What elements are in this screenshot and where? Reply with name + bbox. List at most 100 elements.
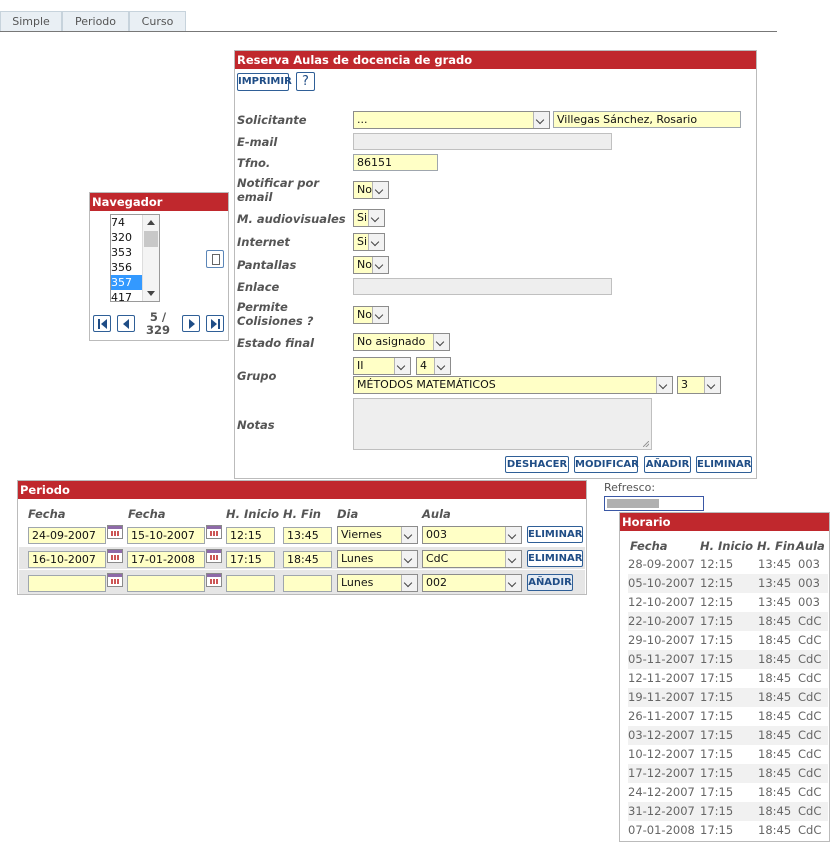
eliminar-periodo-button[interactable]: ELIMINAR — [527, 526, 583, 543]
email-field[interactable] — [353, 133, 612, 150]
horario-fin: 18:45 — [758, 785, 792, 799]
hora-fin-field[interactable] — [283, 575, 332, 592]
horario-col-inicio: H. Inicio — [700, 539, 754, 553]
hora-fin-field[interactable]: 13:45 — [283, 527, 332, 544]
refresco-progress — [604, 496, 704, 511]
horario-fecha: 05-11-2007 — [628, 652, 695, 666]
list-item[interactable]: 353 — [111, 245, 143, 260]
table-row: 31-12-2007 17:15 18:45 CdC — [628, 802, 828, 821]
next-record-button[interactable] — [182, 315, 200, 332]
horario-aula: CdC — [798, 690, 822, 704]
print-button[interactable]: IMPRIMIR — [237, 73, 292, 91]
table-row: 24-12-2007 17:15 18:45 CdC — [628, 783, 828, 802]
dia-select[interactable]: Lunes — [337, 574, 418, 592]
horario-inicio: 17:15 — [700, 671, 734, 685]
tab-curso[interactable]: Curso — [129, 11, 186, 32]
refresco-label: Refresco: — [604, 481, 656, 494]
notas-textarea[interactable] — [353, 398, 652, 450]
fecha-desde-field[interactable]: 16-10-2007 — [28, 551, 106, 568]
list-item-selected[interactable]: 357 — [111, 275, 143, 290]
dia-select[interactable]: Lunes — [337, 550, 418, 568]
deshacer-button[interactable]: DESHACER — [505, 456, 569, 473]
hora-inicio-field[interactable]: 17:15 — [226, 551, 275, 568]
fecha-desde-field[interactable]: 24-09-2007 — [28, 527, 106, 544]
list-scrollbar[interactable] — [142, 215, 159, 301]
horario-fin: 18:45 — [758, 652, 792, 666]
notificar-select[interactable]: No — [353, 181, 389, 199]
calendar-icon[interactable] — [206, 573, 222, 587]
resize-grip-icon[interactable] — [643, 441, 649, 447]
record-list[interactable]: 74 320 353 356 357 417 — [110, 214, 160, 302]
hora-inicio-field[interactable]: 12:15 — [226, 527, 275, 544]
notificar-label: Notificar por email — [237, 176, 320, 204]
scroll-thumb[interactable] — [144, 231, 158, 247]
scroll-up-icon[interactable] — [147, 220, 155, 225]
col-fecha-desde: Fecha — [28, 507, 66, 521]
hora-fin-field[interactable]: 18:45 — [283, 551, 332, 568]
fecha-hasta-field[interactable]: 17-01-2008 — [127, 551, 205, 568]
calendar-icon[interactable] — [107, 573, 123, 587]
horario-col-fin: H. Fin — [757, 539, 795, 553]
table-row: 28-09-2007 12:15 13:45 003 — [628, 555, 828, 574]
grupo-label: Grupo — [237, 369, 277, 383]
calendar-icon[interactable] — [107, 549, 123, 563]
first-record-button[interactable] — [93, 315, 111, 332]
internet-select[interactable]: Si — [353, 233, 385, 251]
hora-inicio-field[interactable] — [226, 575, 275, 592]
horario-fecha: 10-12-2007 — [628, 747, 695, 761]
email-label: E-mail — [237, 135, 278, 149]
list-item[interactable]: 320 — [111, 230, 143, 245]
fecha-hasta-field[interactable]: 15-10-2007 — [127, 527, 205, 544]
last-record-button[interactable] — [206, 315, 224, 332]
horario-col-fecha: Fecha — [630, 539, 668, 553]
horario-col-aula: Aula — [796, 539, 825, 553]
anadir-periodo-button[interactable]: AÑADIR — [527, 574, 573, 591]
enlace-field[interactable] — [353, 278, 612, 295]
horario-aula: CdC — [798, 823, 822, 837]
aula-select[interactable]: CdC — [422, 550, 522, 568]
horario-fin: 18:45 — [758, 728, 792, 742]
grupo-subgrupo-select[interactable]: 3 — [677, 376, 721, 394]
calendar-icon[interactable] — [206, 549, 222, 563]
modificar-button[interactable]: MODIFICAR — [574, 456, 639, 473]
tab-simple[interactable]: Simple — [0, 11, 62, 32]
horario-aula: CdC — [798, 728, 822, 742]
solicitante-select[interactable]: ... — [353, 111, 550, 129]
horario-inicio: 17:15 — [700, 690, 734, 704]
estado-select[interactable]: No asignado — [353, 333, 450, 351]
eliminar-periodo-button[interactable]: ELIMINAR — [527, 550, 583, 567]
asignatura-select[interactable]: MÉTODOS MATEMÁTICOS — [353, 376, 673, 394]
colisiones-select[interactable]: No — [353, 306, 389, 324]
calendar-icon[interactable] — [107, 525, 123, 539]
grupo-numero-select[interactable]: 4 — [416, 357, 451, 375]
fecha-hasta-field[interactable] — [127, 575, 205, 592]
table-row: 12-10-2007 12:15 13:45 003 — [628, 593, 828, 612]
horario-inicio: 17:15 — [700, 747, 734, 761]
horario-title: Horario — [620, 513, 829, 531]
list-item[interactable]: 417 — [111, 290, 143, 301]
aula-select[interactable]: 003 — [422, 526, 522, 544]
anadir-button[interactable]: AÑADIR — [644, 456, 691, 473]
tab-periodo[interactable]: Periodo — [62, 11, 129, 32]
eliminar-button[interactable]: ELIMINAR — [696, 456, 752, 473]
dia-select[interactable]: Viernes — [337, 526, 418, 544]
prev-record-button[interactable] — [117, 315, 135, 332]
scroll-down-icon[interactable] — [147, 291, 155, 296]
horario-fin: 18:45 — [758, 709, 792, 723]
calendar-icon[interactable] — [206, 525, 222, 539]
aula-select[interactable]: 002 — [422, 574, 522, 592]
fecha-desde-field[interactable] — [28, 575, 106, 592]
tfno-field[interactable]: 86151 — [353, 154, 438, 171]
grupo-curso-select[interactable]: II — [353, 357, 411, 375]
list-item[interactable]: 74 — [111, 215, 143, 230]
audiovisuales-select[interactable]: Si — [353, 209, 385, 227]
help-button[interactable]: ? — [296, 72, 315, 91]
horario-inicio: 17:15 — [700, 804, 734, 818]
horario-fecha: 17-12-2007 — [628, 766, 695, 780]
horario-inicio: 12:15 — [700, 576, 734, 590]
enlace-label: Enlace — [237, 280, 280, 294]
pantallas-select[interactable]: No — [353, 256, 389, 274]
solicitante-name-field[interactable]: Villegas Sánchez, Rosario — [553, 111, 741, 128]
new-document-icon[interactable] — [206, 250, 224, 268]
list-item[interactable]: 356 — [111, 260, 143, 275]
